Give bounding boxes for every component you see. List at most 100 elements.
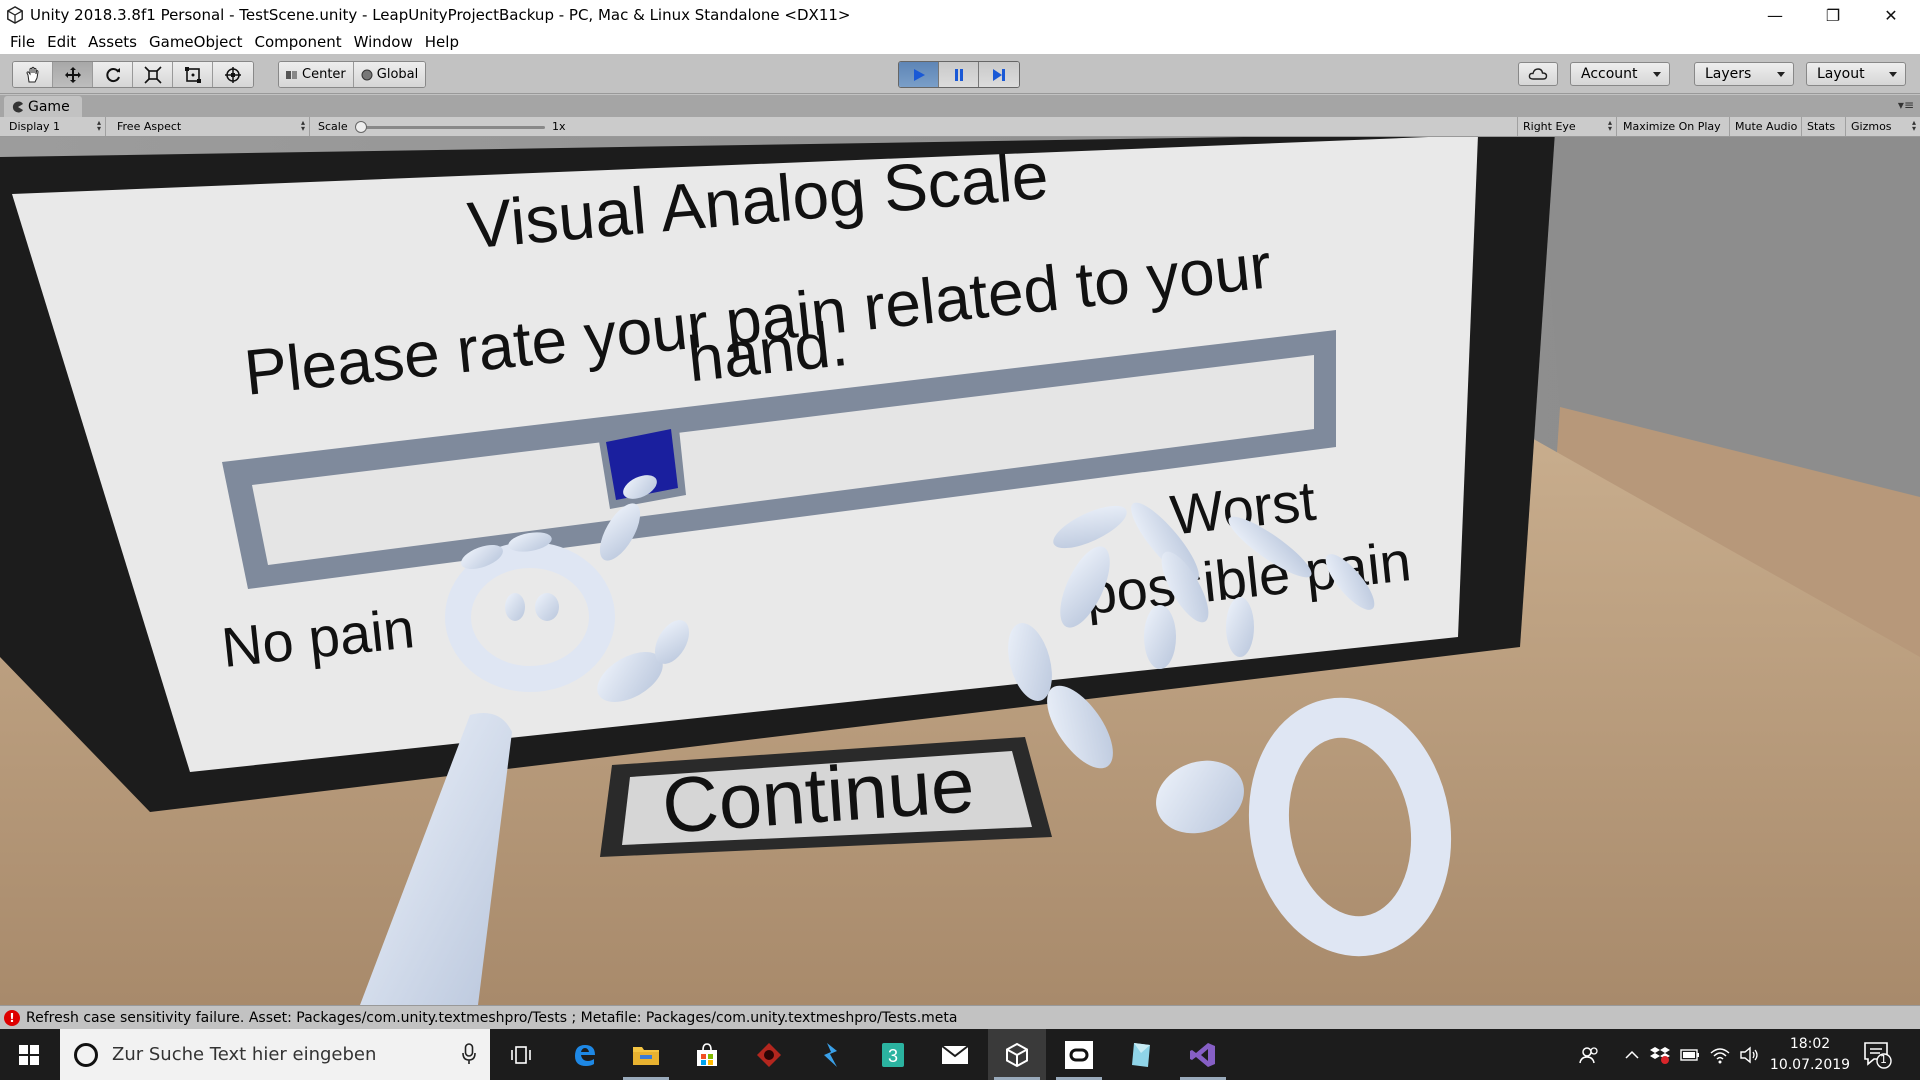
chevron-down-icon (1777, 72, 1785, 77)
unity-icon (1006, 1042, 1028, 1067)
tray-people[interactable] (1574, 1029, 1604, 1080)
status-message: Refresh case sensitivity failure. Asset:… (26, 1009, 958, 1026)
cloud-button[interactable] (1518, 62, 1558, 86)
maximize-button[interactable]: ❐ (1804, 0, 1862, 30)
oculus-icon (1065, 1040, 1093, 1069)
tray-dropbox[interactable] (1648, 1029, 1672, 1080)
mail-icon (941, 1044, 969, 1064)
windows-logo-icon (19, 1044, 39, 1065)
taskbar-oculus[interactable] (1050, 1029, 1108, 1080)
display-dropdown[interactable]: Display 1 ▴ ▾ (4, 117, 106, 136)
aspect-label: Free Aspect (117, 120, 182, 133)
scale-value: 1x (552, 120, 566, 133)
action-center-button[interactable]: 1 (1862, 1039, 1892, 1073)
clock-date: 10.07.2019 (1769, 1057, 1851, 1073)
taskbar-search[interactable]: Zur Suche Text hier eingeben (60, 1029, 490, 1080)
layers-dropdown[interactable]: Layers (1694, 62, 1794, 86)
menu-edit[interactable]: Edit (41, 33, 82, 51)
scale-slider-track[interactable] (360, 126, 545, 129)
lightning-icon (824, 1042, 837, 1067)
aspect-dropdown[interactable]: Free Aspect ▴ ▾ (112, 117, 310, 136)
menu-gameobject[interactable]: GameObject (143, 33, 249, 51)
start-button[interactable] (0, 1029, 58, 1080)
pivot-global-button[interactable]: Global (353, 62, 426, 87)
globe-icon (361, 69, 373, 80)
hand-tool-button[interactable] (13, 62, 53, 87)
layout-dropdown[interactable]: Layout (1806, 62, 1906, 86)
battery-icon (1680, 1048, 1699, 1061)
taskbar-store[interactable] (678, 1029, 736, 1080)
microphone-icon[interactable] (462, 1043, 476, 1065)
taskbar: Zur Suche Text hier eingeben 3 18:02 10.… (0, 1029, 1920, 1080)
red-spider-icon (757, 1042, 781, 1067)
stats-toggle[interactable]: Stats (1802, 117, 1846, 136)
tab-game[interactable]: Game (4, 96, 82, 117)
task-view-button[interactable] (492, 1029, 550, 1080)
game-tab-strip: Game ▾≡ (0, 95, 1920, 117)
menu-help[interactable]: Help (419, 33, 465, 51)
taskbar-clock[interactable]: 18:02 10.07.2019 (1755, 1034, 1865, 1076)
updown-arrows-icon: ▴ ▾ (96, 118, 101, 133)
updown-arrows-icon: ▴ ▾ (1607, 118, 1612, 133)
tab-game-label: Game (28, 98, 70, 115)
tab-menu-icon[interactable]: ▾≡ (1898, 98, 1914, 112)
game-view[interactable]: Visual Analog Scale Please rate your pai… (0, 137, 1920, 1005)
scale-label: Scale (318, 120, 348, 133)
account-dropdown[interactable]: Account (1570, 62, 1670, 86)
play-icon (913, 68, 925, 81)
pivot-center-label: Center (302, 67, 346, 82)
playmode-controls (898, 61, 1020, 88)
scale-tool-button[interactable] (133, 62, 173, 87)
hand-icon (25, 66, 39, 82)
cloud-icon (1528, 68, 1548, 80)
store-icon (697, 1042, 717, 1066)
taskbar-app-3d[interactable]: 3 (864, 1029, 922, 1080)
3d-viewer-icon: 3 (882, 1042, 904, 1067)
pause-button[interactable] (939, 62, 979, 87)
step-icon (993, 68, 1005, 81)
taskbar-visual-studio[interactable] (1174, 1029, 1232, 1080)
tray-network[interactable] (1708, 1029, 1732, 1080)
layout-label: Layout (1817, 66, 1865, 82)
gizmos-dropdown[interactable]: Gizmos ▴ ▾ (1846, 117, 1920, 136)
taskbar-file-explorer[interactable] (617, 1029, 675, 1080)
pacman-icon (12, 101, 23, 112)
console-status-bar[interactable]: ! Refresh case sensitivity failure. Asse… (0, 1005, 1920, 1029)
play-button[interactable] (899, 62, 939, 87)
tray-expand[interactable] (1620, 1029, 1644, 1080)
step-button[interactable] (979, 62, 1019, 87)
move-icon (64, 66, 81, 83)
taskbar-app-bolt[interactable] (802, 1029, 860, 1080)
window-title-bar: Unity 2018.3.8f1 Personal - TestScene.un… (0, 0, 1920, 30)
game-view-toolbar: Display 1 ▴ ▾ Free Aspect ▴ ▾ Scale 1x Rig… (0, 117, 1920, 137)
minimize-button[interactable]: — (1746, 0, 1804, 30)
pivot-center-button[interactable]: Center (279, 62, 354, 87)
scale-slider-handle[interactable] (355, 121, 367, 133)
mute-audio-toggle[interactable]: Mute Audio (1730, 117, 1802, 136)
pivot-center-icon (286, 70, 297, 79)
maximize-on-play-toggle[interactable]: Maximize On Play (1618, 117, 1730, 136)
menu-file[interactable]: File (4, 33, 41, 51)
close-button[interactable]: ✕ (1862, 0, 1920, 30)
transform-all-tool-button[interactable] (213, 62, 253, 87)
right-finger (1144, 605, 1176, 669)
taskbar-app-red[interactable] (740, 1029, 798, 1080)
menu-component[interactable]: Component (249, 33, 348, 51)
eye-dropdown[interactable]: Right Eye ▴ ▾ (1517, 117, 1617, 136)
layers-label: Layers (1705, 66, 1752, 82)
tray-battery[interactable] (1678, 1029, 1702, 1080)
taskbar-unity[interactable] (988, 1029, 1046, 1080)
chevron-up-icon (1625, 1050, 1639, 1059)
menu-window[interactable]: Window (348, 33, 419, 51)
pause-icon (954, 68, 963, 81)
rect-tool-button[interactable] (173, 62, 213, 87)
rotate-tool-button[interactable] (93, 62, 133, 87)
taskbar-app-glass[interactable] (1112, 1029, 1170, 1080)
account-label: Account (1581, 66, 1638, 82)
search-placeholder: Zur Suche Text hier eingeben (112, 1044, 377, 1065)
taskbar-edge[interactable] (556, 1029, 614, 1080)
error-icon: ! (4, 1009, 20, 1026)
menu-assets[interactable]: Assets (82, 33, 143, 51)
move-tool-button[interactable] (53, 62, 93, 87)
taskbar-mail[interactable] (926, 1029, 984, 1080)
